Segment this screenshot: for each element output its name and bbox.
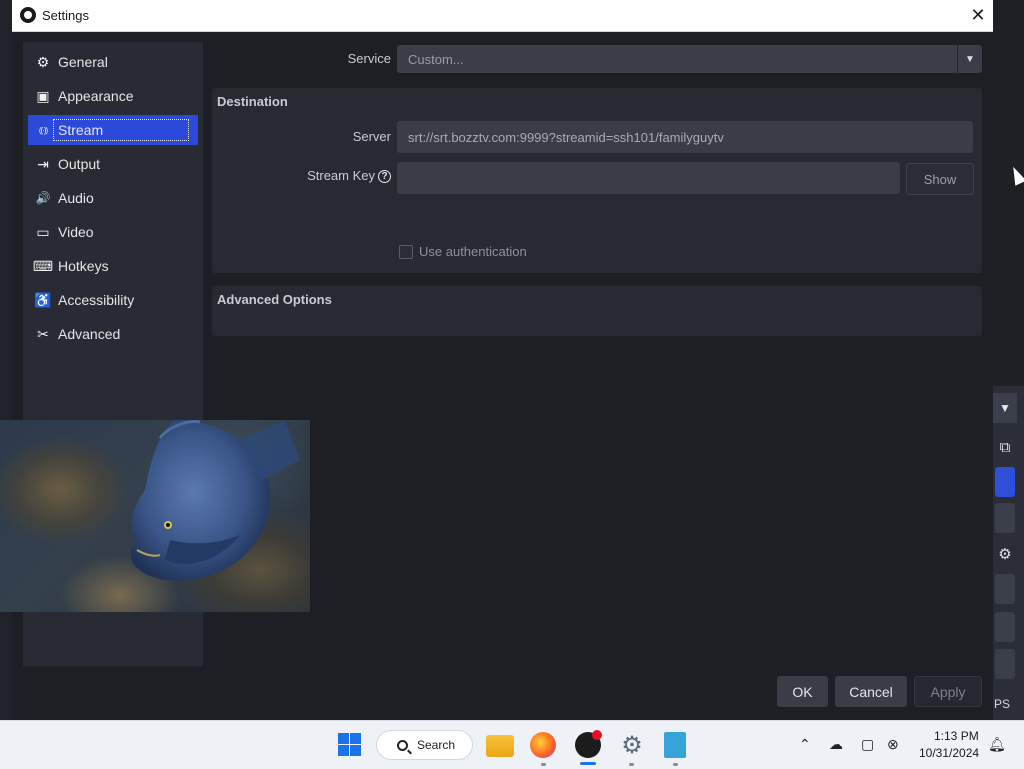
stream-key-label-text: Stream Key [307,168,375,183]
network-icon[interactable]: ⊗ [887,736,899,753]
title-bar: Settings ✕ [12,0,993,32]
background-control-button[interactable] [995,612,1015,642]
service-dropdown[interactable]: Custom... ▼ [397,45,982,73]
firefox-icon[interactable] [530,732,556,758]
clock-time[interactable]: 1:13 PM [934,729,979,743]
recording-indicator-icon [592,730,602,740]
running-indicator [673,763,678,766]
destination-group: Destination Server srt://srt.bozztv.com:… [212,88,982,273]
destination-title: Destination [217,94,288,109]
apply-button[interactable]: Apply [914,676,982,707]
sidebar-item-general[interactable]: ⚙ General [28,47,198,77]
fish-photo [0,420,310,612]
ok-button[interactable]: OK [777,676,828,707]
cloud-offline-icon[interactable]: ☁ [829,736,843,753]
background-control-button[interactable] [995,649,1015,679]
output-icon: ⇥ [37,155,49,172]
appearance-icon: ▣ [36,87,50,104]
sidebar-item-video[interactable]: ▭ Video [28,217,198,247]
settings-taskbar-icon[interactable]: ⚙ [619,732,645,759]
broadcast-icon: ((·)) [38,125,48,135]
chevron-down-icon: ▼ [957,45,982,73]
sidebar-item-appearance[interactable]: ▣ Appearance [28,81,198,111]
background-settings-icon[interactable]: ⚙ [994,543,1016,565]
server-label: Server [352,129,391,144]
stream-key-label: Stream Key? [272,168,391,184]
background-dropdown-arrow[interactable]: ▼ [993,393,1017,423]
use-authentication-label[interactable]: Use authentication [419,244,527,259]
background-app-left-edge [0,0,12,720]
background-control-button[interactable] [995,574,1015,604]
angelfish-illustration [130,420,300,581]
server-input[interactable]: srt://srt.bozztv.com:9999?streamid=ssh10… [397,121,973,153]
close-icon[interactable]: ✕ [963,0,993,31]
sidebar-item-label: Audio [58,190,94,206]
accessibility-icon: ♿ [34,291,52,308]
windows-start-icon[interactable] [338,733,361,756]
sidebar-item-accessibility[interactable]: ♿ Accessibility [28,285,198,315]
sidebar-item-advanced[interactable]: ✂ Advanced [28,319,198,349]
background-start-streaming-button[interactable] [995,467,1015,497]
stream-key-input[interactable] [397,162,900,194]
background-control-button[interactable] [995,503,1015,533]
sidebar-item-stream[interactable]: ((·)) Stream [28,115,198,145]
taskbar-search-box[interactable]: Search [376,730,473,760]
keyboard-icon: ⌨ [32,257,54,274]
advanced-options-title: Advanced Options [217,292,332,307]
advanced-options-group: Advanced Options [212,286,982,336]
wrench-icon: ✂ [37,325,49,342]
running-indicator [629,763,634,766]
service-label: Service [347,51,391,66]
notepad-icon[interactable] [664,732,686,758]
sidebar-item-hotkeys[interactable]: ⌨ Hotkeys [28,251,198,281]
use-authentication-checkbox[interactable] [399,245,413,259]
speaker-icon: 🔊 [35,191,51,205]
show-key-button[interactable]: Show [906,163,974,195]
sidebar-item-audio[interactable]: 🔊 Audio [28,183,198,213]
sidebar-item-label: Stream [53,119,189,141]
sidebar-item-label: Accessibility [58,292,135,308]
server-value: srt://srt.bozztv.com:9999?streamid=ssh10… [408,129,724,145]
file-explorer-icon[interactable] [486,735,514,757]
gear-icon: ⚙ [36,53,50,70]
bell-icon[interactable]: 🔔︎ [988,736,1006,753]
background-fps-text: PS [994,697,1011,711]
cancel-button[interactable]: Cancel [835,676,907,707]
sidebar-item-label: Hotkeys [58,258,109,274]
search-icon [397,739,408,751]
obs-logo-icon [20,7,36,23]
chevron-up-icon[interactable]: ⌃ [799,736,811,753]
background-app-preview-area [993,0,1024,386]
sidebar-item-label: Video [58,224,94,240]
background-window-icon[interactable]: ⧉ [994,436,1016,458]
running-indicator [541,763,546,766]
search-label: Search [417,738,456,752]
sidebar-item-label: Advanced [58,326,121,342]
display-icon[interactable]: ▢ [861,736,874,753]
service-value: Custom... [408,51,464,67]
active-app-indicator [580,762,596,765]
window-title: Settings [42,8,89,23]
sidebar-item-label: Output [58,156,101,172]
monitor-icon: ▭ [36,223,50,240]
help-icon[interactable]: ? [378,170,391,184]
settings-window: Settings ✕ ⚙ General ▣ Appearance ((·)) … [12,0,993,720]
sidebar-item-label: General [58,54,108,70]
sidebar-item-output[interactable]: ⇥ Output [28,149,198,179]
clock-date[interactable]: 10/31/2024 [919,746,979,760]
windows-taskbar: Search ⚙ ⌃ ☁ ▢ ⊗ 1:13 PM 10/31/2024 🔔︎ [0,720,1024,769]
sidebar-item-label: Appearance [58,88,134,104]
